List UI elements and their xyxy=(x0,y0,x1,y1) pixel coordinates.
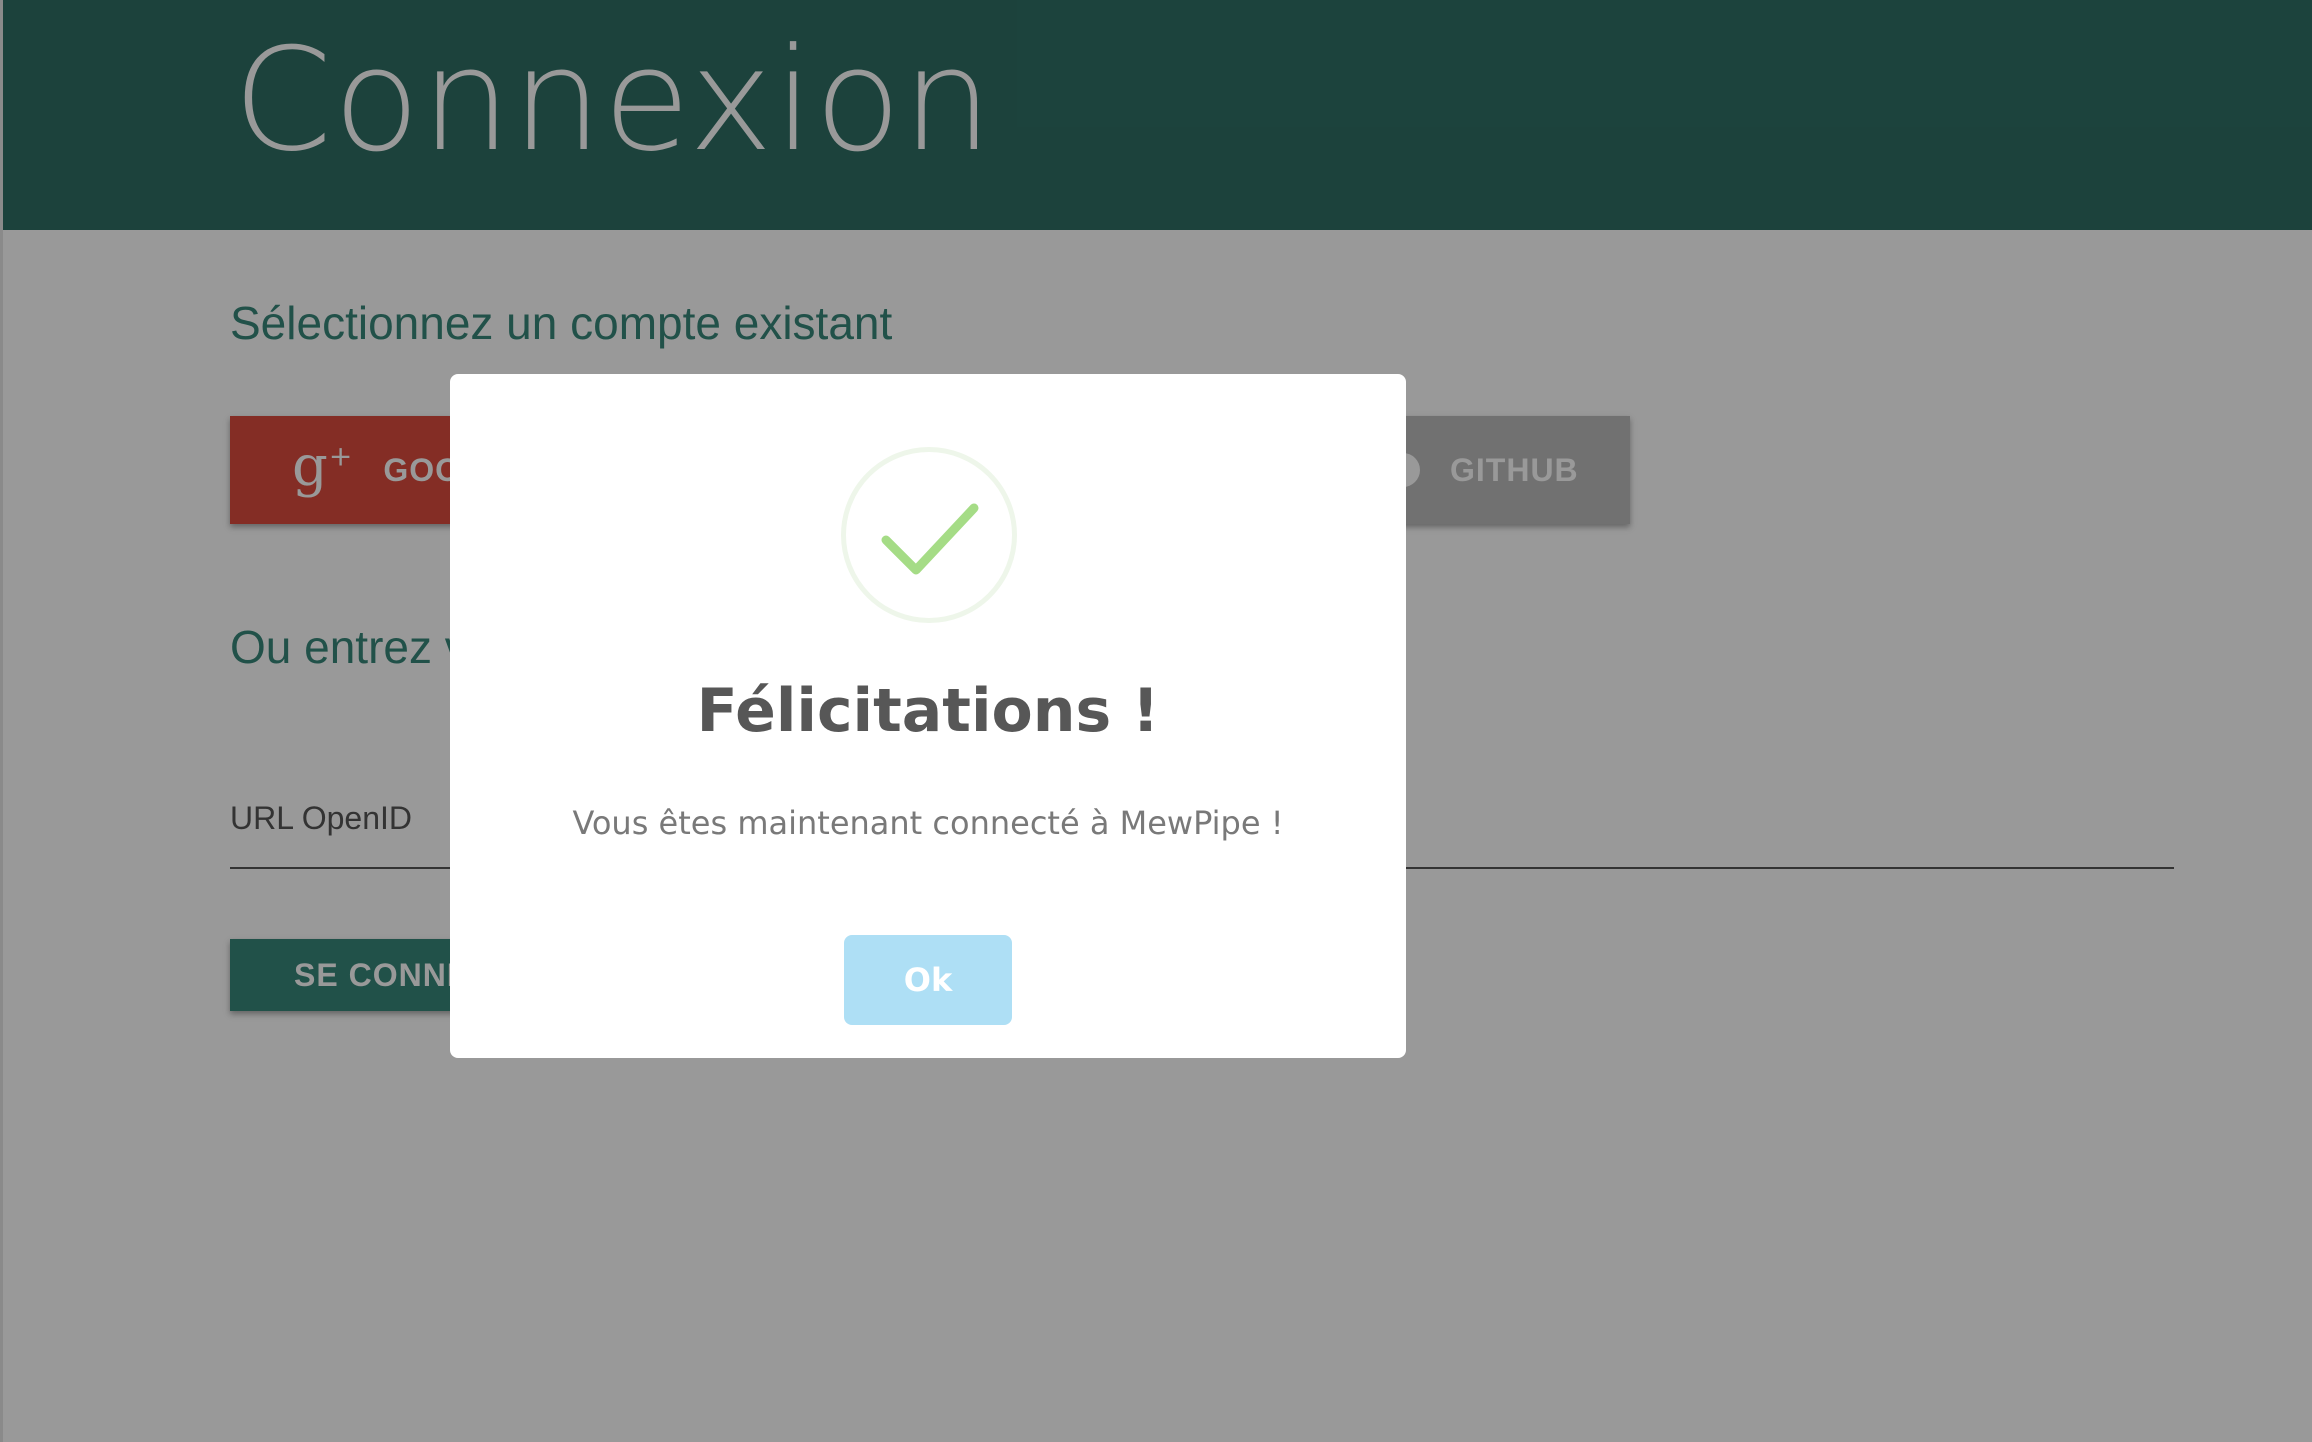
dialog-title: Félicitations ! xyxy=(696,676,1160,746)
success-dialog: Félicitations ! Vous êtes maintenant con… xyxy=(450,374,1406,1058)
window-edge xyxy=(0,0,3,1442)
checkmark-icon xyxy=(881,503,979,575)
success-check-icon xyxy=(841,447,1017,623)
dialog-message: Vous êtes maintenant connecté à MewPipe … xyxy=(572,804,1284,842)
ok-button[interactable]: Ok xyxy=(844,935,1012,1025)
